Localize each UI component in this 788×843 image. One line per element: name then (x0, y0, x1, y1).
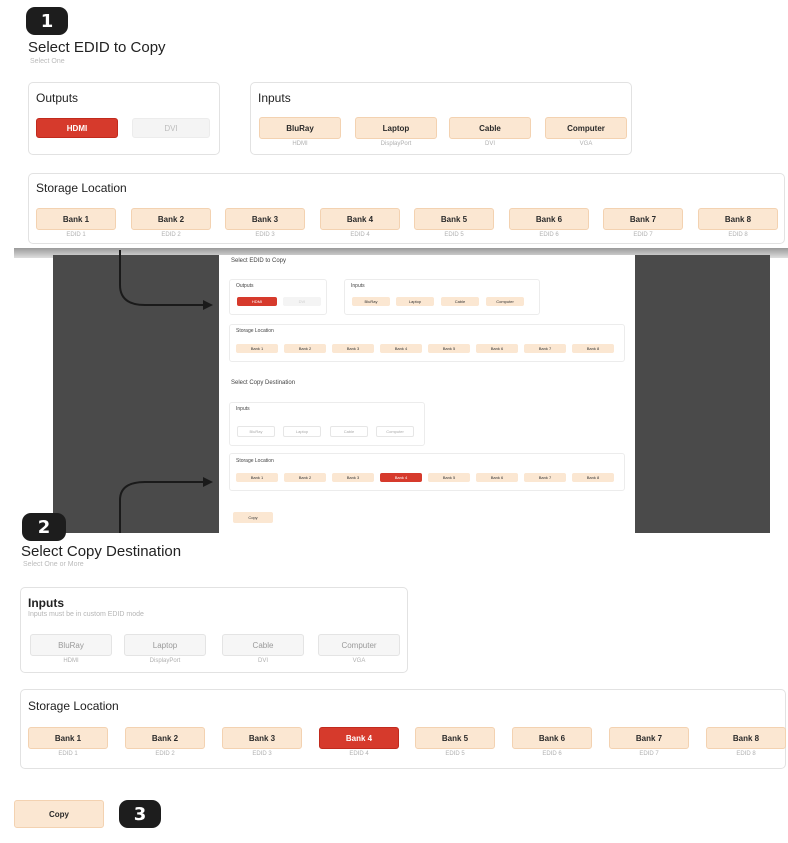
source-bank-4-button[interactable]: Bank 4 (320, 208, 400, 230)
step2-title: Select Copy Destination (21, 543, 182, 560)
preview-source-bank-6: Bank 6 (476, 344, 518, 353)
dest-input-cable-caption: DVI (257, 658, 268, 664)
dest-input-cable-button[interactable]: Cable (222, 634, 304, 656)
source-bank-7-caption: EDID 7 (633, 232, 653, 238)
preview-dest-bank-4: Bank 4 (380, 473, 422, 482)
dest-bank-2-caption: EDID 2 (155, 751, 175, 757)
input-laptop-button[interactable]: Laptop (355, 117, 437, 139)
step2-storage-label: Storage Location (28, 699, 119, 713)
step2-badge: 2 (22, 513, 66, 541)
step2-inputs-note: Inputs must be in custom EDID mode (28, 611, 144, 618)
preview-input-computer: Computer (486, 297, 524, 306)
dest-bank-3-caption: EDID 3 (252, 751, 272, 757)
dest-bank-4-caption: EDID 4 (349, 751, 369, 757)
preview-source-bank-5: Bank 5 (428, 344, 470, 353)
preview-source-bank-7: Bank 7 (524, 344, 566, 353)
dest-bank-3-button[interactable]: Bank 3 (222, 727, 302, 749)
preview-source-bank-4: Bank 4 (380, 344, 422, 353)
preview-dest-bank-1: Bank 1 (236, 473, 278, 482)
copy-button[interactable]: Copy (14, 800, 104, 828)
dest-bank-5-caption: EDID 5 (445, 751, 465, 757)
dest-input-computer-caption: VGA (352, 658, 366, 664)
input-cable-button[interactable]: Cable (449, 117, 531, 139)
input-computer-button[interactable]: Computer (545, 117, 627, 139)
source-bank-5-button[interactable]: Bank 5 (414, 208, 494, 230)
dest-bank-6-button[interactable]: Bank 6 (512, 727, 592, 749)
source-bank-4-caption: EDID 4 (350, 232, 370, 238)
preview-input-cable: Cable (441, 297, 479, 306)
preview-source-bank-2: Bank 2 (284, 344, 326, 353)
dest-bank-1-caption: EDID 1 (58, 751, 78, 757)
preview-dest-input-cable: Cable (330, 426, 368, 437)
source-bank-8-caption: EDID 8 (728, 232, 748, 238)
source-bank-5-caption: EDID 5 (444, 232, 464, 238)
step2-subtitle: Select One or More (23, 561, 84, 568)
dest-input-computer-button[interactable]: Computer (318, 634, 400, 656)
source-bank-3-caption: EDID 3 (255, 232, 275, 238)
source-bank-6-caption: EDID 6 (539, 232, 559, 238)
input-cable-caption: DVI (484, 141, 495, 147)
preview-input-laptop: Laptop (396, 297, 434, 306)
preview-dest-input-computer: Computer (376, 426, 414, 437)
preview-dest-bank-6: Bank 6 (476, 473, 518, 482)
preview-input-bluray: BluRay (352, 297, 390, 306)
dest-input-bluray-button[interactable]: BluRay (30, 634, 112, 656)
dest-bank-7-caption: EDID 7 (639, 751, 659, 757)
preview-dest-input-bluray: BluRay (237, 426, 275, 437)
source-bank-2-button[interactable]: Bank 2 (131, 208, 211, 230)
dest-bank-1-button[interactable]: Bank 1 (28, 727, 108, 749)
dest-input-laptop-caption: DisplayPort (149, 658, 181, 664)
dest-bank-6-caption: EDID 6 (542, 751, 562, 757)
dest-bank-7-button[interactable]: Bank 7 (609, 727, 689, 749)
dest-bank-2-button[interactable]: Bank 2 (125, 727, 205, 749)
dest-input-bluray-caption: HDMI (63, 658, 79, 664)
preview-dest-bank-7: Bank 7 (524, 473, 566, 482)
preview-source-bank-1: Bank 1 (236, 344, 278, 353)
source-bank-6-button[interactable]: Bank 6 (509, 208, 589, 230)
input-computer-caption: VGA (579, 141, 593, 147)
preview-dest-bank-3: Bank 3 (332, 473, 374, 482)
preview-dest-bank-8: Bank 8 (572, 473, 614, 482)
input-laptop-caption: DisplayPort (380, 141, 412, 147)
source-bank-3-button[interactable]: Bank 3 (225, 208, 305, 230)
dest-input-laptop-button[interactable]: Laptop (124, 634, 206, 656)
dest-bank-8-caption: EDID 8 (736, 751, 756, 757)
source-bank-1-button[interactable]: Bank 1 (36, 208, 116, 230)
preview-source-bank-8: Bank 8 (572, 344, 614, 353)
input-bluray-caption: HDMI (292, 141, 308, 147)
preview-dest-input-laptop: Laptop (283, 426, 321, 437)
source-bank-7-button[interactable]: Bank 7 (603, 208, 683, 230)
preview-dest-bank-2: Bank 2 (284, 473, 326, 482)
source-bank-2-caption: EDID 2 (161, 232, 181, 238)
preview-source-bank-3: Bank 3 (332, 344, 374, 353)
dest-bank-4-button[interactable]: Bank 4 (319, 727, 399, 749)
step3-badge: 3 (119, 800, 161, 828)
source-bank-1-caption: EDID 1 (66, 232, 86, 238)
input-bluray-button[interactable]: BluRay (259, 117, 341, 139)
dest-bank-8-button[interactable]: Bank 8 (706, 727, 786, 749)
step2-inputs-label: Inputs (28, 596, 64, 610)
preview-dest-bank-5: Bank 5 (428, 473, 470, 482)
dest-bank-5-button[interactable]: Bank 5 (415, 727, 495, 749)
source-bank-8-button[interactable]: Bank 8 (698, 208, 778, 230)
